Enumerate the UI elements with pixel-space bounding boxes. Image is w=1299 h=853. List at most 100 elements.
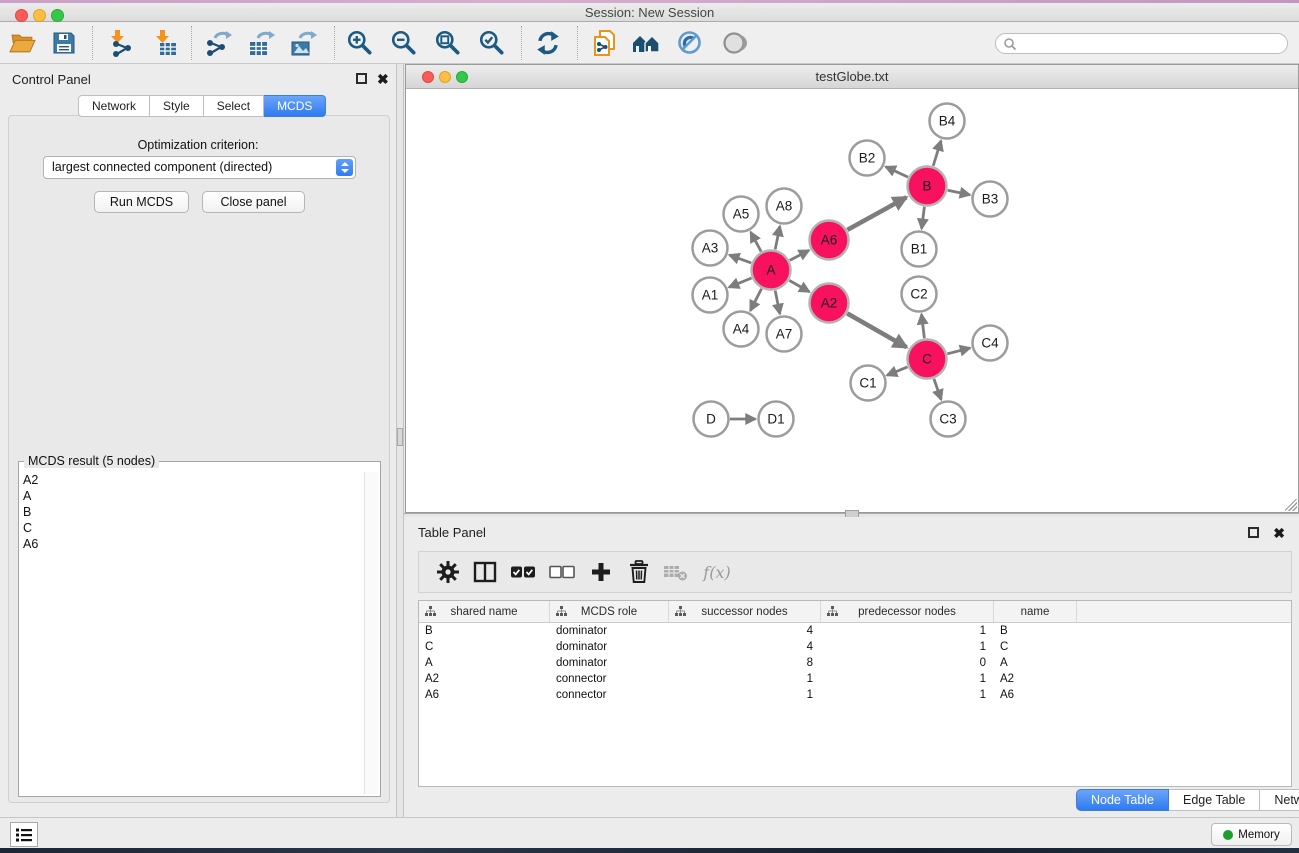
column-header-shared-name[interactable]: shared name bbox=[419, 601, 550, 622]
edge-A-A6[interactable] bbox=[790, 250, 809, 260]
table-row[interactable]: Adominator80A bbox=[419, 655, 1291, 671]
table-row[interactable]: Cdominator41C bbox=[419, 639, 1291, 655]
add-column-button[interactable] bbox=[584, 552, 618, 592]
control-panel-title: Control Panel bbox=[12, 72, 91, 87]
vertical-split-divider[interactable] bbox=[396, 64, 404, 817]
task-history-button[interactable] bbox=[10, 822, 38, 847]
hide-graphics-details-button[interactable] bbox=[672, 28, 708, 58]
mcds-result-item[interactable]: C bbox=[21, 520, 362, 536]
open-session-button[interactable] bbox=[4, 28, 40, 58]
column-header-name[interactable]: name bbox=[994, 601, 1077, 622]
mcds-result-item[interactable]: A6 bbox=[21, 536, 362, 552]
float-panel-icon[interactable] bbox=[356, 73, 367, 84]
toolbar-separator bbox=[521, 26, 522, 60]
close-panel-icon[interactable]: ✖ bbox=[377, 74, 389, 85]
column-header-mcds-role[interactable]: MCDS role bbox=[550, 601, 669, 622]
zoom-out-button[interactable] bbox=[386, 28, 422, 58]
edge-B-B1[interactable] bbox=[922, 207, 925, 229]
mcds-result-item[interactable]: B bbox=[21, 504, 362, 520]
edge-A-A8[interactable] bbox=[775, 226, 780, 249]
table-cell: 1 bbox=[821, 623, 994, 639]
edge-B-B4[interactable] bbox=[933, 141, 941, 166]
edge-A6-B[interactable] bbox=[847, 197, 906, 230]
edge-C-C2[interactable] bbox=[922, 314, 925, 338]
table-cell: connector bbox=[550, 671, 669, 687]
tab-network-table[interactable]: Network Table bbox=[1260, 789, 1299, 811]
table-row[interactable]: A6connector11A6 bbox=[419, 687, 1291, 703]
function-builder-button[interactable]: f(x) bbox=[695, 552, 739, 592]
zoom-in-icon bbox=[346, 29, 374, 57]
run-mcds-button[interactable]: Run MCDS bbox=[94, 191, 189, 213]
memory-button[interactable]: Memory bbox=[1211, 823, 1292, 846]
mcds-result-item[interactable]: A bbox=[21, 488, 362, 504]
save-session-button[interactable] bbox=[46, 28, 82, 58]
table-row[interactable]: Bdominator41B bbox=[419, 623, 1291, 639]
edge-A-A5[interactable] bbox=[751, 232, 761, 251]
fx-icon: f(x) bbox=[703, 563, 730, 582]
criterion-dropdown[interactable]: largest connected component (directed) bbox=[43, 156, 356, 179]
edge-A-A1[interactable] bbox=[729, 278, 752, 287]
edge-B-B2[interactable] bbox=[886, 167, 908, 177]
import-network-button[interactable] bbox=[102, 28, 138, 58]
deselect-all-button[interactable] bbox=[545, 552, 579, 592]
select-all-button[interactable] bbox=[506, 552, 540, 592]
search-field[interactable] bbox=[995, 33, 1288, 54]
zoom-selected-button[interactable] bbox=[474, 28, 510, 58]
tab-style[interactable]: Style bbox=[150, 95, 204, 117]
optimization-criterion-label: Optimization criterion: bbox=[0, 138, 396, 152]
edge-A2-C[interactable] bbox=[847, 313, 906, 347]
tab-edge-table[interactable]: Edge Table bbox=[1169, 789, 1260, 811]
export-table-button[interactable] bbox=[243, 28, 279, 58]
tab-mcds[interactable]: MCDS bbox=[264, 95, 326, 117]
edge-A-A3[interactable] bbox=[729, 255, 751, 263]
edge-B-B3[interactable] bbox=[948, 190, 970, 195]
divider-grip[interactable] bbox=[397, 428, 403, 446]
mcds-result-item[interactable]: A2 bbox=[21, 472, 362, 488]
level-of-detail-button[interactable] bbox=[716, 28, 752, 58]
edge-C-C1[interactable] bbox=[887, 367, 908, 375]
column-header-empty bbox=[1077, 601, 1291, 622]
float-panel-icon[interactable] bbox=[1248, 527, 1259, 538]
column-header-predecessor-nodes[interactable]: predecessor nodes bbox=[821, 601, 994, 622]
export-network-button[interactable] bbox=[200, 28, 236, 58]
table-cell: A6 bbox=[994, 687, 1077, 703]
edge-C-C3[interactable] bbox=[934, 379, 941, 400]
edge-A-A7[interactable] bbox=[775, 291, 780, 314]
refresh-network-button[interactable] bbox=[530, 28, 566, 58]
export-image-button[interactable] bbox=[285, 28, 321, 58]
network-canvas[interactable]: B4B2BB3A8A5A6A3B1AA1C2A2A4A7C4CC1C3DD1 bbox=[406, 90, 1298, 512]
tab-node-table[interactable]: Node Table bbox=[1076, 789, 1169, 811]
zoom-fit-button[interactable] bbox=[430, 28, 466, 58]
network-document-button[interactable] bbox=[587, 28, 623, 58]
import-table-button[interactable] bbox=[147, 28, 183, 58]
delete-columns-button[interactable] bbox=[622, 552, 656, 592]
main-toolbar bbox=[0, 22, 1299, 64]
table-cell: 1 bbox=[821, 639, 994, 655]
search-input[interactable] bbox=[1017, 37, 1287, 51]
column-header-successor-nodes[interactable]: successor nodes bbox=[669, 601, 821, 622]
tab-network[interactable]: Network bbox=[78, 95, 150, 117]
table-row[interactable]: A2connector11A2 bbox=[419, 671, 1291, 687]
close-panel-icon[interactable]: ✖ bbox=[1273, 528, 1285, 539]
search-icon bbox=[1003, 37, 1017, 51]
table-cell: 4 bbox=[669, 639, 821, 655]
delete-table-button[interactable] bbox=[659, 552, 693, 592]
window-resize-grip[interactable] bbox=[1285, 499, 1297, 511]
show-columns-button[interactable] bbox=[468, 552, 502, 592]
zoom-fit-icon bbox=[434, 29, 462, 57]
table-cell: dominator bbox=[550, 639, 669, 655]
table-cell: 0 bbox=[821, 655, 994, 671]
node-label-A: A bbox=[766, 263, 775, 278]
table-settings-button[interactable] bbox=[431, 552, 465, 592]
edge-A-A2[interactable] bbox=[789, 280, 809, 292]
result-list-scrollbar[interactable] bbox=[364, 472, 378, 794]
edge-A-A4[interactable] bbox=[750, 289, 761, 311]
edge-C-C4[interactable] bbox=[947, 348, 970, 354]
node-label-B: B bbox=[922, 179, 931, 194]
tab-select[interactable]: Select bbox=[204, 95, 264, 117]
zoom-in-button[interactable] bbox=[342, 28, 378, 58]
show-all-networks-button[interactable] bbox=[629, 28, 665, 58]
import-network-icon bbox=[106, 29, 134, 57]
dropdown-stepper-icon[interactable] bbox=[336, 159, 353, 176]
close-panel-button[interactable]: Close panel bbox=[202, 191, 305, 213]
